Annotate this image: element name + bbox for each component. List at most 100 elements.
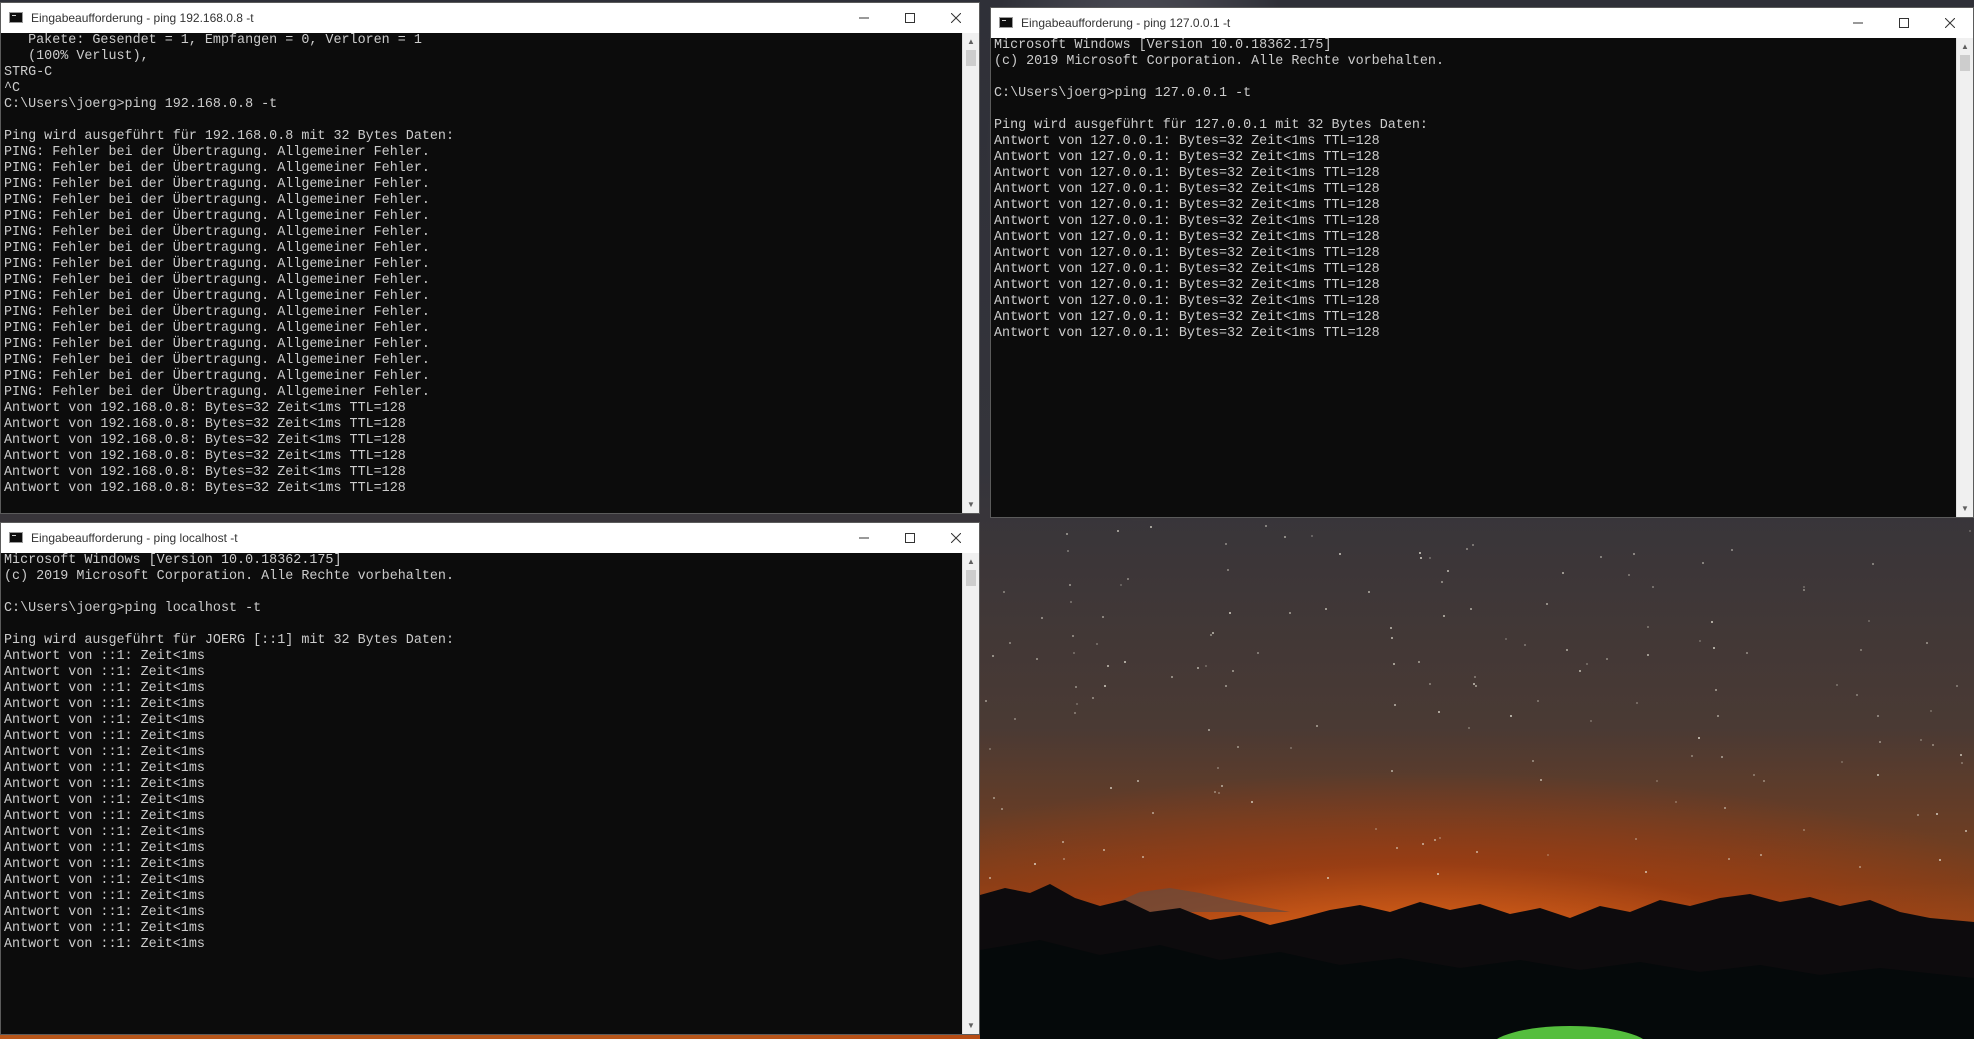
console-line: C:\Users\joerg>ping localhost -t <box>4 601 262 616</box>
console-line: Antwort von 127.0.0.1: Bytes=32 Zeit<1ms… <box>994 246 1380 261</box>
console-line: Antwort von ::1: Zeit<1ms <box>4 857 205 872</box>
console-line: Antwort von 127.0.0.1: Bytes=32 Zeit<1ms… <box>994 134 1380 149</box>
console-line: Antwort von 127.0.0.1: Bytes=32 Zeit<1ms… <box>994 278 1380 293</box>
maximize-icon <box>905 13 915 23</box>
titlebar[interactable]: Eingabeaufforderung - ping 127.0.0.1 -t <box>991 8 1973 38</box>
console-line: Antwort von ::1: Zeit<1ms <box>4 937 205 952</box>
minimize-button[interactable] <box>841 3 887 33</box>
scroll-down-arrow-icon[interactable]: ▼ <box>963 496 979 513</box>
scroll-up-arrow-icon[interactable]: ▲ <box>1957 38 1973 55</box>
console-line: Antwort von 192.168.0.8: Bytes=32 Zeit<1… <box>4 449 406 464</box>
minimize-button[interactable] <box>841 523 887 553</box>
console-window-ping-loopback[interactable]: Eingabeaufforderung - ping 127.0.0.1 -t … <box>990 7 1974 518</box>
console-line: Antwort von 127.0.0.1: Bytes=32 Zeit<1ms… <box>994 182 1380 197</box>
console-output[interactable]: Microsoft Windows [Version 10.0.18362.17… <box>991 38 1956 517</box>
close-icon <box>1945 18 1955 28</box>
console-line: Antwort von 192.168.0.8: Bytes=32 Zeit<1… <box>4 465 406 480</box>
console-line: PING: Fehler bei der Übertragung. Allgem… <box>4 353 430 368</box>
maximize-icon <box>1899 18 1909 28</box>
scroll-thumb[interactable] <box>966 50 976 66</box>
console-line: Antwort von 192.168.0.8: Bytes=32 Zeit<1… <box>4 481 406 496</box>
console-line: Antwort von ::1: Zeit<1ms <box>4 873 205 888</box>
close-button[interactable] <box>1927 8 1973 38</box>
vertical-scrollbar[interactable]: ▲ ▼ <box>962 553 979 1034</box>
console-line: Antwort von 192.168.0.8: Bytes=32 Zeit<1… <box>4 433 406 448</box>
console-line: Antwort von 127.0.0.1: Bytes=32 Zeit<1ms… <box>994 310 1380 325</box>
console-line: PING: Fehler bei der Übertragung. Allgem… <box>4 209 430 224</box>
console-line: Antwort von ::1: Zeit<1ms <box>4 649 205 664</box>
maximize-icon <box>905 533 915 543</box>
scroll-down-arrow-icon[interactable]: ▼ <box>963 1017 979 1034</box>
scroll-thumb[interactable] <box>966 570 976 586</box>
console-line: Microsoft Windows [Version 10.0.18362.17… <box>4 553 342 568</box>
maximize-button[interactable] <box>887 523 933 553</box>
console-line: (100% Verlust), <box>4 49 149 64</box>
console-line: Antwort von ::1: Zeit<1ms <box>4 777 205 792</box>
console-line: Antwort von ::1: Zeit<1ms <box>4 825 205 840</box>
console-line: PING: Fehler bei der Übertragung. Allgem… <box>4 337 430 352</box>
console-line: Antwort von ::1: Zeit<1ms <box>4 729 205 744</box>
console-line: PING: Fehler bei der Übertragung. Allgem… <box>4 193 430 208</box>
console-line: Antwort von ::1: Zeit<1ms <box>4 745 205 760</box>
console-line: PING: Fehler bei der Übertragung. Allgem… <box>4 305 430 320</box>
console-line: Antwort von 192.168.0.8: Bytes=32 Zeit<1… <box>4 417 406 432</box>
console-line: PING: Fehler bei der Übertragung. Allgem… <box>4 273 430 288</box>
console-line: C:\Users\joerg>ping 127.0.0.1 -t <box>994 86 1252 101</box>
console-line: PING: Fehler bei der Übertragung. Allgem… <box>4 241 430 256</box>
console-line: Antwort von ::1: Zeit<1ms <box>4 793 205 808</box>
console-line: C:\Users\joerg>ping 192.168.0.8 -t <box>4 97 278 112</box>
console-line: Antwort von ::1: Zeit<1ms <box>4 809 205 824</box>
console-line: PING: Fehler bei der Übertragung. Allgem… <box>4 369 430 384</box>
console-line: Antwort von ::1: Zeit<1ms <box>4 713 205 728</box>
console-line: Antwort von 127.0.0.1: Bytes=32 Zeit<1ms… <box>994 326 1380 341</box>
scroll-down-arrow-icon[interactable]: ▼ <box>1957 500 1973 517</box>
close-icon <box>951 533 961 543</box>
maximize-button[interactable] <box>1881 8 1927 38</box>
minimize-icon <box>1853 22 1863 24</box>
console-line: Antwort von 127.0.0.1: Bytes=32 Zeit<1ms… <box>994 150 1380 165</box>
console-line: Ping wird ausgeführt für JOERG [::1] mit… <box>4 633 454 648</box>
console-line: ^C <box>4 81 21 96</box>
scroll-up-arrow-icon[interactable]: ▲ <box>963 33 979 50</box>
console-window-ping-localhost[interactable]: Eingabeaufforderung - ping localhost -t … <box>0 522 980 1035</box>
window-title: Eingabeaufforderung - ping 127.0.0.1 -t <box>1021 16 1231 30</box>
titlebar[interactable]: Eingabeaufforderung - ping 192.168.0.8 -… <box>1 3 979 33</box>
maximize-button[interactable] <box>887 3 933 33</box>
console-line: PING: Fehler bei der Übertragung. Allgem… <box>4 225 430 240</box>
vertical-scrollbar[interactable]: ▲ ▼ <box>1956 38 1973 517</box>
console-line: Antwort von ::1: Zeit<1ms <box>4 761 205 776</box>
console-line: Antwort von 127.0.0.1: Bytes=32 Zeit<1ms… <box>994 214 1380 229</box>
cmd-icon <box>9 12 23 23</box>
close-button[interactable] <box>933 3 979 33</box>
console-line: Pakete: Gesendet = 1, Empfangen = 0, Ver… <box>4 33 422 48</box>
titlebar[interactable]: Eingabeaufforderung - ping localhost -t <box>1 523 979 553</box>
window-title: Eingabeaufforderung - ping 192.168.0.8 -… <box>31 11 254 25</box>
console-line: PING: Fehler bei der Übertragung. Allgem… <box>4 145 430 160</box>
scroll-thumb[interactable] <box>1960 55 1970 71</box>
console-line: Antwort von ::1: Zeit<1ms <box>4 681 205 696</box>
console-line: Ping wird ausgeführt für 127.0.0.1 mit 3… <box>994 118 1428 133</box>
console-line: Antwort von 127.0.0.1: Bytes=32 Zeit<1ms… <box>994 294 1380 309</box>
minimize-button[interactable] <box>1835 8 1881 38</box>
cmd-icon <box>999 17 1013 28</box>
scroll-up-arrow-icon[interactable]: ▲ <box>963 553 979 570</box>
console-window-ping-ip[interactable]: Eingabeaufforderung - ping 192.168.0.8 -… <box>0 2 980 514</box>
console-output[interactable]: Pakete: Gesendet = 1, Empfangen = 0, Ver… <box>1 33 962 513</box>
console-line: STRG-C <box>4 65 53 80</box>
console-line: Antwort von ::1: Zeit<1ms <box>4 841 205 856</box>
console-line: Antwort von 127.0.0.1: Bytes=32 Zeit<1ms… <box>994 198 1380 213</box>
cmd-icon <box>9 532 23 543</box>
close-button[interactable] <box>933 523 979 553</box>
console-line: Antwort von ::1: Zeit<1ms <box>4 905 205 920</box>
console-output[interactable]: Microsoft Windows [Version 10.0.18362.17… <box>1 553 962 1034</box>
console-line: Antwort von ::1: Zeit<1ms <box>4 697 205 712</box>
console-line: Ping wird ausgeführt für 192.168.0.8 mit… <box>4 129 454 144</box>
vertical-scrollbar[interactable]: ▲ ▼ <box>962 33 979 513</box>
console-line: Antwort von 192.168.0.8: Bytes=32 Zeit<1… <box>4 401 406 416</box>
console-line: PING: Fehler bei der Übertragung. Allgem… <box>4 177 430 192</box>
